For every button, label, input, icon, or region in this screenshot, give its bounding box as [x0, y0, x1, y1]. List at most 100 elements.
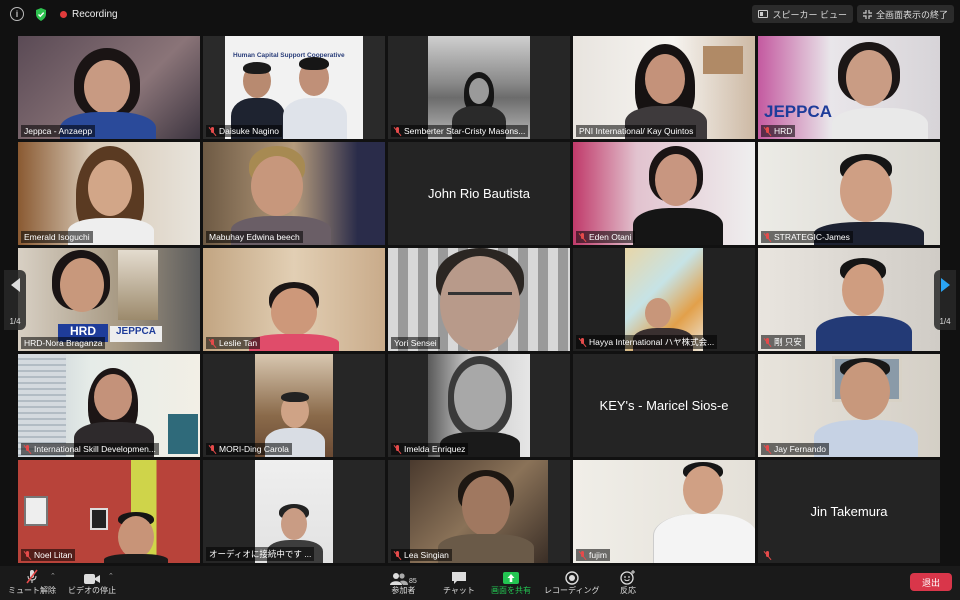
previous-page-button[interactable]: 1/4: [4, 270, 26, 330]
exit-fullscreen-button[interactable]: 全画面表示の終了: [856, 5, 954, 23]
share-screen-button[interactable]: 画面を共有: [491, 569, 531, 596]
participant-name-label: Yori Sensei: [391, 337, 440, 349]
recording-indicator[interactable]: Recording: [60, 9, 118, 20]
participant-video: [388, 460, 570, 563]
mic-muted-icon: [764, 551, 771, 560]
unmute-label: ミュート解除: [8, 586, 56, 595]
participant-video: [388, 248, 570, 351]
participants-button[interactable]: 85 参加者: [390, 569, 417, 596]
participant-tile[interactable]: Jay Fernando: [758, 354, 940, 457]
company-sign: Human Capital Support Cooperative: [233, 52, 345, 59]
participant-tile[interactable]: 剛 只安: [758, 248, 940, 351]
info-icon[interactable]: i: [10, 7, 24, 21]
participant-tile[interactable]: Eden Otani: [573, 142, 755, 245]
participant-tile[interactable]: MORI-Ding Carola: [203, 354, 385, 457]
participant-tile[interactable]: JEPPCA HRD: [758, 36, 940, 139]
participant-tile[interactable]: Jeppca - Anzaepp: [18, 36, 200, 139]
unmute-button[interactable]: ミュート解除: [8, 569, 56, 596]
participant-video: Human Capital Support Cooperative: [203, 36, 385, 139]
participant-tile-active-speaker[interactable]: PNI International/ Kay Quintos: [573, 36, 755, 139]
participant-video: [573, 142, 755, 245]
participant-tile[interactable]: Mabuhay Edwina beech: [203, 142, 385, 245]
participant-video: [203, 354, 385, 457]
participant-name-label: Daisuke Nagino: [206, 125, 283, 137]
participant-tile[interactable]: Leslie Tan: [203, 248, 385, 351]
participant-video: [203, 248, 385, 351]
chat-button[interactable]: チャット: [443, 569, 475, 596]
participant-tile[interactable]: Noel Litan: [18, 460, 200, 563]
reactions-label: 反応: [620, 586, 636, 595]
participant-name-label: Noel Litan: [21, 549, 76, 561]
participant-tile[interactable]: HRD JEPPCA HRD-Nora Braganza: [18, 248, 200, 351]
organization-sign: JEPPCA: [764, 102, 833, 121]
participant-video: [758, 354, 940, 457]
participant-tile[interactable]: Yori Sensei: [388, 248, 570, 351]
participant-tile[interactable]: Emerald Isoguchi: [18, 142, 200, 245]
participant-tile[interactable]: Human Capital Support Cooperative Daisuk…: [203, 36, 385, 139]
participant-name-label: International Skill Developmen...: [21, 443, 159, 455]
chat-label: チャット: [443, 586, 475, 595]
participant-display-name: Jin Takemura: [810, 504, 888, 519]
participant-display-name: John Rio Bautista: [428, 186, 530, 201]
participant-name-label: Imelda Enriquez: [391, 443, 469, 455]
chat-bubble-icon: [451, 569, 467, 585]
page-indicator-left: 1/4: [9, 317, 21, 326]
mic-muted-icon: [209, 444, 216, 454]
participant-video: [573, 36, 755, 139]
mic-muted-icon: [24, 550, 31, 560]
share-screen-icon: [502, 569, 520, 585]
record-button[interactable]: レコーディング: [544, 569, 599, 596]
participant-name-label: Semberter Star-Cristy Masons...: [391, 125, 529, 137]
participants-icon: 85: [390, 569, 417, 585]
participant-video: [388, 354, 570, 457]
participant-video: [388, 36, 570, 139]
next-page-button[interactable]: 1/4: [934, 270, 956, 330]
participant-tile[interactable]: International Skill Developmen...: [18, 354, 200, 457]
participant-tile[interactable]: Hayya International ハヤ株式会...: [573, 248, 755, 351]
audio-options-chevron-icon[interactable]: ⌃: [50, 572, 56, 580]
reactions-button[interactable]: 反応: [620, 569, 636, 596]
mic-muted-icon: [764, 232, 771, 242]
participant-tile[interactable]: Semberter Star-Cristy Masons...: [388, 36, 570, 139]
participant-name-label: Emerald Isoguchi: [21, 231, 93, 243]
leave-meeting-button[interactable]: 退出: [910, 573, 952, 591]
participant-tile[interactable]: fujim: [573, 460, 755, 563]
participant-name-label: 剛 只安: [761, 335, 805, 349]
meeting-top-bar: i Recording スピーカー ビュー 全画面表示の終了: [0, 0, 960, 28]
participant-video: [18, 460, 200, 563]
participant-name-label: Hayya International ハヤ株式会...: [576, 335, 718, 349]
organization-sign: JEPPCA: [110, 326, 162, 342]
participant-name-label: Jay Fernando: [761, 443, 829, 455]
mic-muted-icon: [579, 337, 586, 347]
participant-tile[interactable]: Imelda Enriquez: [388, 354, 570, 457]
mic-muted-icon: [394, 126, 401, 136]
participant-name-label: HRD: [761, 125, 796, 137]
participant-name-label: Jeppca - Anzaepp: [21, 125, 96, 137]
mic-muted-icon: [394, 550, 401, 560]
page-indicator-right: 1/4: [939, 317, 951, 326]
recording-label: Recording: [72, 8, 118, 20]
participant-name-label: Leslie Tan: [206, 337, 261, 349]
mic-muted-icon: [764, 444, 771, 454]
shield-icon[interactable]: [34, 7, 48, 21]
participant-name-label: fujim: [576, 549, 610, 561]
participant-name-label: Eden Otani: [576, 231, 635, 243]
participant-name-label: STRATEGIC-James: [761, 231, 853, 243]
participant-tile-no-video[interactable]: KEY's - Maricel Sios-e: [573, 354, 755, 457]
participant-tile-no-video[interactable]: John Rio Bautista: [388, 142, 570, 245]
participant-tile-no-video[interactable]: Jin Takemura: [758, 460, 940, 563]
mic-muted-icon: [764, 337, 771, 347]
participants-count: 85: [409, 578, 417, 585]
stop-video-label: ビデオの停止: [68, 586, 116, 595]
participant-tile[interactable]: Lea Singian: [388, 460, 570, 563]
video-camera-icon: [83, 569, 101, 585]
speaker-view-label: スピーカー ビュー: [772, 9, 847, 20]
participant-tile[interactable]: オーディオに接続中です ...: [203, 460, 385, 563]
participant-tile[interactable]: STRATEGIC-James: [758, 142, 940, 245]
speaker-view-button[interactable]: スピーカー ビュー: [752, 5, 853, 23]
participant-video: [203, 142, 385, 245]
recording-dot-icon: [60, 10, 67, 18]
video-options-chevron-icon[interactable]: ⌃: [108, 572, 114, 580]
mic-muted-icon: [24, 444, 31, 454]
arrow-left-icon: [10, 278, 20, 292]
